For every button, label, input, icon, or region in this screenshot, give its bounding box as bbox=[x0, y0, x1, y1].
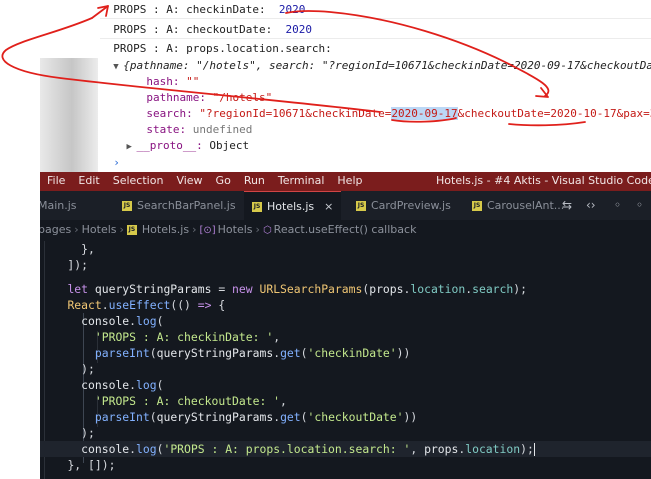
console-log-checkout: PROPS : A: checkoutDate: 2020 bbox=[100, 20, 651, 39]
compare-icon[interactable]: ⇆ bbox=[562, 191, 572, 220]
code-line: ); bbox=[81, 426, 95, 440]
titlebar: File Edit Selection View Go Run Terminal… bbox=[40, 172, 651, 191]
code-line: ); bbox=[81, 362, 95, 376]
close-icon[interactable]: × bbox=[324, 200, 333, 213]
window-title: Hotels.js - #4 Aktis - Visual Studio Cod… bbox=[436, 174, 651, 187]
log-text: PROPS : A: checkoutDate: bbox=[113, 23, 273, 36]
code-line: console.log( bbox=[81, 378, 164, 392]
chevron-right-icon: › bbox=[74, 223, 79, 236]
code-line: }, []); bbox=[67, 458, 116, 472]
breadcrumb-hotels-folder[interactable]: Hotels bbox=[82, 223, 117, 236]
symbol-component-icon: [⊙] bbox=[199, 225, 216, 236]
tab-hotels[interactable]: JS Hotels.js × bbox=[244, 191, 342, 220]
tab-label: Hotels.js bbox=[267, 200, 315, 213]
breadcrumb: pages › Hotels › JS Hotels.js › [⊙] Hotels › ⬡ Reac… bbox=[40, 220, 651, 241]
text-cursor bbox=[533, 443, 535, 456]
tab-label: CarouselAnt... bbox=[487, 199, 565, 212]
tab-label: Main.js bbox=[40, 199, 77, 212]
js-file-icon: JS bbox=[122, 201, 132, 211]
prop-key: pathname: bbox=[146, 91, 206, 104]
code-line: React.useEffect(() => { bbox=[67, 298, 226, 312]
breadcrumb-pages[interactable]: pages bbox=[40, 223, 71, 236]
chevron-right-icon: › bbox=[255, 223, 260, 236]
tab-label: SearchBarPanel.js bbox=[137, 199, 236, 212]
js-file-icon: JS bbox=[472, 201, 482, 211]
code-editor[interactable]: }, ]); let queryStringParams = new URLSe… bbox=[40, 241, 651, 479]
console-log-checkin: PROPS : A: checkinDate: 2020 bbox=[100, 0, 651, 19]
prop-value: "?regionId=10671&checkinDate= bbox=[199, 107, 392, 120]
prop-value: "/hotels" bbox=[212, 91, 273, 104]
code-line: }, bbox=[40, 242, 95, 256]
menu-view[interactable]: View bbox=[176, 174, 202, 187]
prop-value: undefined bbox=[192, 123, 253, 136]
log-value: 2020 bbox=[285, 23, 312, 36]
prop-value: &checkoutDate=2020-10-17&pax=3" bbox=[457, 107, 651, 120]
tab-main[interactable]: Main.js bbox=[40, 191, 77, 220]
tab-cardpreview[interactable]: JS CardPreview.js bbox=[356, 191, 451, 220]
prop-value: Object bbox=[209, 139, 250, 152]
log-text: PROPS : A: checkinDate: bbox=[113, 3, 266, 16]
prompt-chevron-icon: › bbox=[113, 156, 120, 169]
prop-value: "" bbox=[186, 75, 200, 88]
js-file-icon: JS bbox=[252, 202, 262, 212]
js-file-icon: JS bbox=[356, 201, 366, 211]
console-prompt[interactable]: › bbox=[100, 153, 651, 172]
prop-key: search: bbox=[146, 107, 193, 120]
breadcrumb-callback[interactable]: React.useEffect() callback bbox=[274, 223, 417, 236]
chevron-right-icon: › bbox=[192, 223, 197, 236]
tab-searchbarpanel[interactable]: JS SearchBarPanel.js bbox=[122, 191, 236, 220]
dot-icon[interactable]: ◦ bbox=[614, 191, 621, 220]
source-icon[interactable]: ‹› bbox=[586, 191, 596, 220]
menu-terminal[interactable]: Terminal bbox=[278, 174, 325, 187]
log-value: 2020 bbox=[278, 3, 306, 16]
breadcrumb-hotels-file[interactable]: Hotels.js bbox=[142, 223, 189, 236]
console-gutter bbox=[0, 0, 100, 172]
breadcrumb-hotels-symbol[interactable]: Hotels bbox=[218, 223, 253, 236]
symbol-function-icon: ⬡ bbox=[262, 225, 272, 236]
more-icon[interactable]: ◦ bbox=[636, 191, 643, 220]
devtools-console: PROPS : A: checkinDate: 2020 PROPS : A: … bbox=[0, 0, 651, 172]
log-text: PROPS : A: props.location.search: bbox=[113, 42, 332, 55]
editor-tabs: Main.js JS SearchBarPanel.js JS Hotels.js ×… bbox=[40, 191, 651, 220]
object-summary: {pathname: "/hotels", search: "?regionId… bbox=[123, 59, 651, 72]
code-line: parseInt(queryStringParams.get('checkinD… bbox=[94, 346, 411, 360]
code-line: console.log( bbox=[81, 314, 164, 328]
prop-key: __proto__: bbox=[136, 139, 203, 152]
code-line: parseInt(queryStringParams.get('checkout… bbox=[94, 410, 418, 424]
menu-bar: File Edit Selection View Go Run Terminal… bbox=[47, 174, 362, 187]
code-line: ]); bbox=[40, 258, 89, 272]
blurred-background bbox=[40, 58, 98, 172]
chevron-right-icon: › bbox=[119, 223, 124, 236]
code-line-current: console.log('PROPS : A: props.location.s… bbox=[40, 441, 651, 457]
highlighted-date: 2020-09-17 bbox=[391, 107, 458, 120]
menu-run[interactable]: Run bbox=[244, 174, 265, 187]
code-line: 'PROPS : A: checkoutDate: ', bbox=[94, 394, 287, 408]
tab-label: CardPreview.js bbox=[371, 199, 451, 212]
menu-help[interactable]: Help bbox=[337, 174, 362, 187]
js-file-icon: JS bbox=[126, 225, 137, 235]
code-line: let queryStringParams = new URLSearchPar… bbox=[67, 282, 527, 296]
menu-go[interactable]: Go bbox=[216, 174, 231, 187]
prop-key: hash: bbox=[146, 75, 180, 88]
tab-carousel[interactable]: JS CarouselAnt... bbox=[472, 191, 564, 220]
code-line: 'PROPS : A: checkinDate: ', bbox=[94, 330, 281, 344]
menu-edit[interactable]: Edit bbox=[78, 174, 99, 187]
vscode-window: File Edit Selection View Go Run Terminal… bbox=[40, 172, 651, 479]
menu-selection[interactable]: Selection bbox=[113, 174, 164, 187]
menu-file[interactable]: File bbox=[47, 174, 65, 187]
prop-key: state: bbox=[146, 123, 187, 136]
